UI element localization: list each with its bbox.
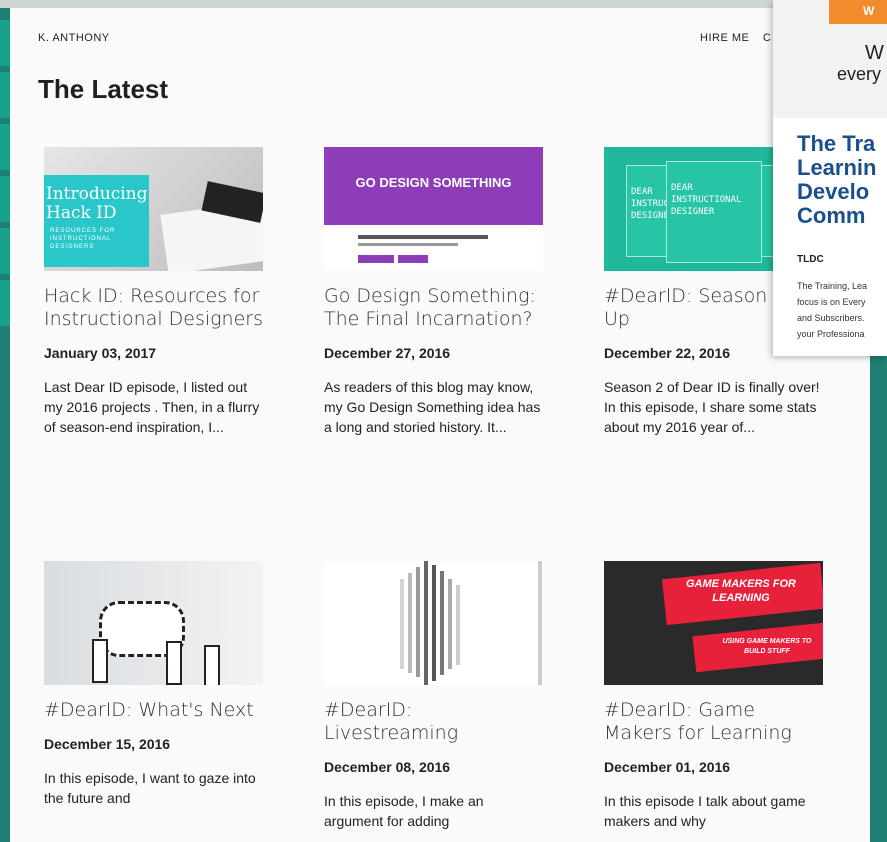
ad-banner-notch xyxy=(829,0,853,24)
nav-hire-me[interactable]: HIRE ME xyxy=(700,32,749,44)
top-nav: HIRE ME C xyxy=(700,32,781,44)
thumb-heading: GAME MAKERS FOR LEARNING xyxy=(686,578,796,604)
post-thumbnail[interactable]: GO DESIGN SOMETHING xyxy=(324,147,543,271)
ad-desc-line: focus is on Every xyxy=(797,297,866,307)
post-card[interactable]: #DearID: Livestreaming December 08, 2016… xyxy=(324,561,544,831)
post-title[interactable]: Hack ID: Resources for Instructional Des… xyxy=(44,285,264,331)
thumb-text: DEAR INSTRUCTIONAL DESIGNER xyxy=(671,183,742,217)
post-thumbnail[interactable] xyxy=(324,561,543,685)
thumb-bar xyxy=(424,561,428,685)
ad-desc-line: and Subscribers. xyxy=(797,313,865,323)
post-date: December 27, 2016 xyxy=(324,345,451,361)
thumb-sheet: DEAR INSTRUCTIONAL DESIGNER xyxy=(666,161,762,263)
thumb-bar xyxy=(416,567,420,677)
post-excerpt: As readers of this blog may know, my Go … xyxy=(324,379,541,435)
post-excerpt: Last Dear ID episode, I listed out my 20… xyxy=(44,379,260,435)
thumb-bar xyxy=(400,579,404,669)
blog-page: K. ANTHONY HIRE ME C The Latest Introduc… xyxy=(10,8,870,842)
post-date: December 15, 2016 xyxy=(44,736,171,752)
ad-title-line: Comm xyxy=(797,203,866,228)
thumb-heading: GO DESIGN SOMETHING xyxy=(355,175,512,190)
post-title[interactable]: #DearID: What's Next xyxy=(44,699,264,722)
hack-id-badge: Introducing Hack ID RESOURCES FOR INSTRU… xyxy=(44,175,149,267)
thumb-bar xyxy=(538,561,542,685)
ad-title-line: The Tra xyxy=(797,131,876,156)
post-date: December 08, 2016 xyxy=(324,759,451,775)
post-card[interactable]: #DearID: What's Next December 15, 2016 I… xyxy=(44,561,264,808)
section-title: The Latest xyxy=(38,74,169,104)
post-title[interactable]: #DearID: Game Makers for Learning xyxy=(604,699,824,745)
browser-top-edge xyxy=(0,0,887,8)
robot-dog-leg xyxy=(166,641,182,685)
robot-dog-leg xyxy=(92,639,108,683)
thumb-bar xyxy=(408,573,412,673)
ad-image-text: every xyxy=(837,64,882,84)
nav-item-clipped[interactable]: C xyxy=(763,32,771,44)
post-date: December 01, 2016 xyxy=(604,759,731,775)
thumb-subheading: RESOURCES FOR INSTRUCTIONAL DESIGNERS xyxy=(50,228,116,250)
ad-description: The Training, Lea focus is on Every and … xyxy=(797,278,887,342)
post-excerpt: In this episode, I want to gaze into the… xyxy=(44,770,256,806)
ad-title-line: Learnin xyxy=(797,155,877,180)
post-excerpt: In this episode I talk about game makers… xyxy=(604,793,806,829)
thumb-line xyxy=(358,243,458,246)
thumb-banner: GO DESIGN SOMETHING xyxy=(324,147,543,225)
ad-desc-line: your Professiona xyxy=(797,329,865,339)
ad-desc-line: The Training, Lea xyxy=(797,281,868,291)
ad-title-line: Develo xyxy=(797,179,870,204)
ad-image-text: W xyxy=(865,42,884,64)
ad-title[interactable]: The Tra Learnin Develo Comm xyxy=(797,132,887,228)
ad-byline: TLDC xyxy=(797,254,824,265)
post-title[interactable]: Go Design Something: The Final Incarnati… xyxy=(324,285,544,331)
thumb-bar xyxy=(440,571,444,675)
post-card[interactable]: Introducing Hack ID RESOURCES FOR INSTRU… xyxy=(44,147,264,437)
thumb-line xyxy=(358,235,488,239)
post-thumbnail[interactable] xyxy=(44,561,263,685)
thumb-heading: Introducing Hack ID xyxy=(46,184,148,223)
thumb-subheading: USING GAME MAKERS TO BUILD STUFF xyxy=(722,638,812,655)
post-thumbnail[interactable]: GAME MAKERS FOR LEARNING USING GAME MAKE… xyxy=(604,561,823,685)
thumb-button-shape xyxy=(358,255,394,263)
thumb-bar xyxy=(448,579,452,669)
post-date: January 03, 2017 xyxy=(44,345,157,361)
ad-banner-letter: W xyxy=(863,4,875,18)
ad-panel[interactable]: W W every The Tra Learnin Develo Comm TL… xyxy=(773,0,887,356)
post-card[interactable]: GO DESIGN SOMETHING Go Design Something:… xyxy=(324,147,544,437)
post-excerpt: Season 2 of Dear ID is finally over! In … xyxy=(604,379,820,435)
thumb-bar xyxy=(456,585,460,665)
post-thumbnail[interactable]: Introducing Hack ID RESOURCES FOR INSTRU… xyxy=(44,147,263,271)
site-brand[interactable]: K. ANTHONY xyxy=(38,32,110,44)
thumb-bar xyxy=(432,565,436,681)
post-excerpt: In this episode, I make an argument for … xyxy=(324,793,484,829)
thumb-button-shape xyxy=(398,255,428,263)
post-card[interactable]: GAME MAKERS FOR LEARNING USING GAME MAKE… xyxy=(604,561,824,831)
post-title[interactable]: #DearID: Livestreaming xyxy=(324,699,544,745)
robot-dog-leg xyxy=(204,645,220,685)
